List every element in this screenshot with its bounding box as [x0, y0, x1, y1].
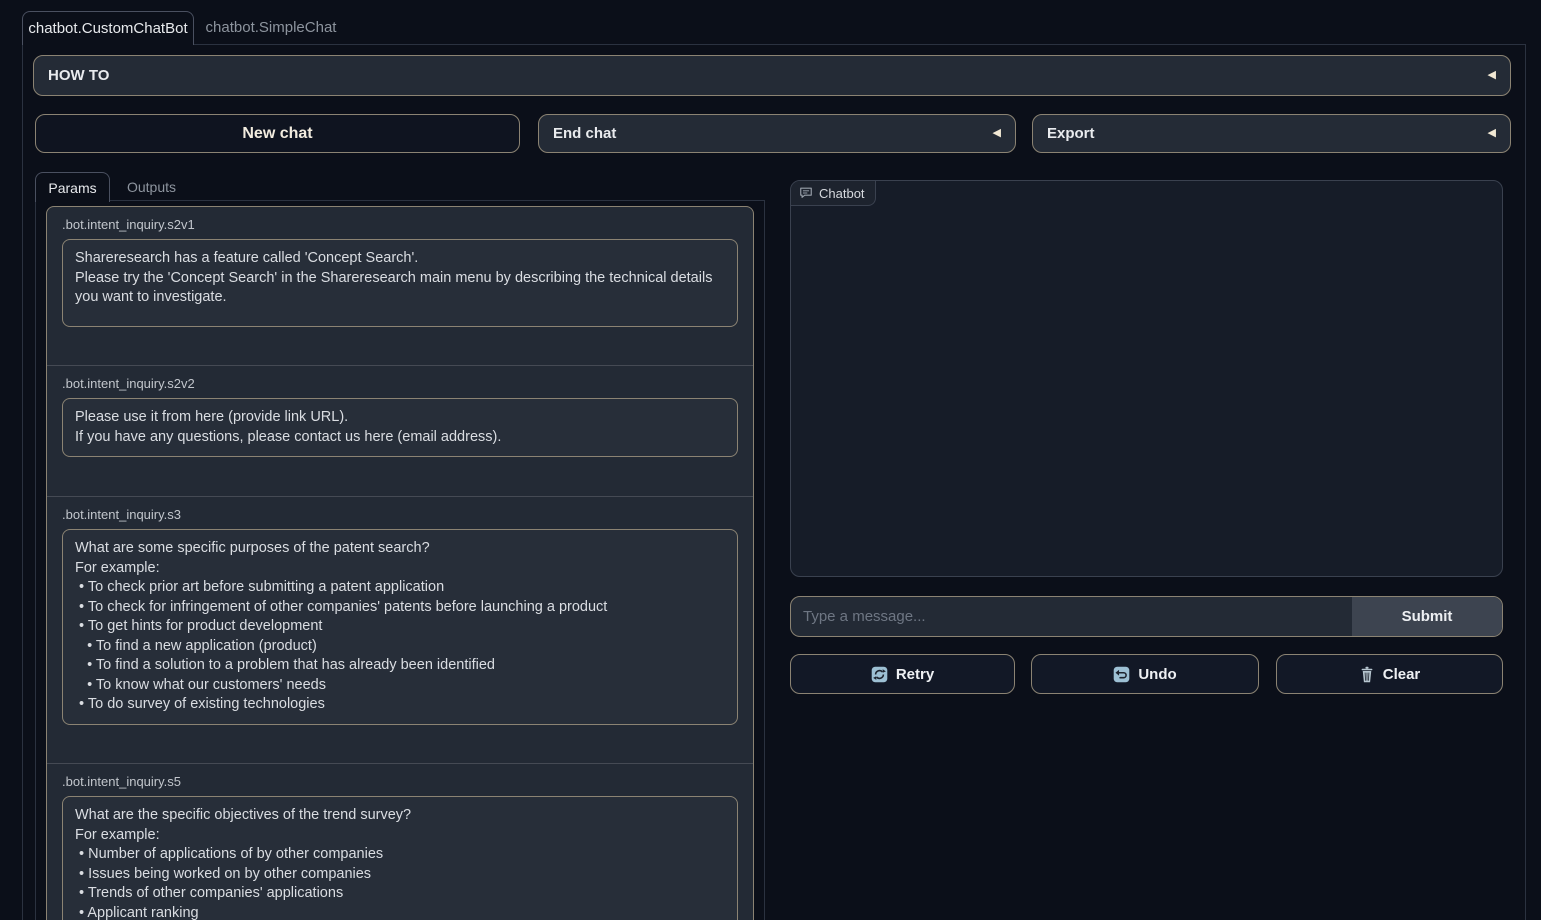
- how-to-label: HOW TO: [48, 67, 1488, 84]
- end-chat-accordion[interactable]: End chat ◀: [538, 114, 1016, 153]
- retry-icon: [871, 666, 888, 683]
- field-label: .bot.intent_inquiry.s2v2: [62, 376, 738, 391]
- clear-icon: [1359, 666, 1375, 683]
- field-group: .bot.intent_inquiry.s5 What are the spec…: [47, 763, 753, 920]
- chatbot-header: Chatbot: [791, 181, 876, 206]
- tab-custom-chatbot[interactable]: chatbot.CustomChatBot: [22, 11, 194, 45]
- field-textbox[interactable]: What are some specific purposes of the p…: [62, 529, 738, 725]
- message-input-row: Submit: [790, 596, 1503, 637]
- new-chat-button[interactable]: New chat: [35, 114, 520, 153]
- clear-button[interactable]: Clear: [1276, 654, 1503, 694]
- chatbot-label: Chatbot: [819, 186, 865, 201]
- chevron-left-icon: ◀: [1488, 128, 1496, 139]
- field-group: .bot.intent_inquiry.s3 What are some spe…: [47, 496, 753, 763]
- export-accordion[interactable]: Export ◀: [1032, 114, 1511, 153]
- field-label: .bot.intent_inquiry.s2v1: [62, 217, 738, 232]
- submit-label: Submit: [1402, 608, 1453, 625]
- undo-button[interactable]: Undo: [1031, 654, 1259, 694]
- tab-params-label: Params: [48, 180, 96, 196]
- tab-outputs-label: Outputs: [127, 179, 176, 195]
- tab-nav-divider: [193, 44, 1526, 45]
- retry-button[interactable]: Retry: [790, 654, 1015, 694]
- export-label: Export: [1047, 125, 1488, 142]
- chevron-left-icon: ◀: [993, 128, 1001, 139]
- tab-simple-chat-label: chatbot.SimpleChat: [206, 19, 337, 36]
- field-group: .bot.intent_inquiry.s2v1 Shareresearch h…: [47, 207, 753, 365]
- how-to-accordion[interactable]: HOW TO ◀: [33, 55, 1511, 96]
- field-group: .bot.intent_inquiry.s2v2 Please use it f…: [47, 365, 753, 496]
- clear-label: Clear: [1383, 666, 1421, 683]
- field-textbox[interactable]: Shareresearch has a feature called 'Conc…: [62, 239, 738, 327]
- new-chat-label: New chat: [242, 125, 312, 143]
- chat-bubble-icon: [799, 186, 813, 200]
- app-window: chatbot.CustomChatBot chatbot.SimpleChat…: [0, 0, 1541, 920]
- field-label: .bot.intent_inquiry.s3: [62, 507, 738, 522]
- chatbot-panel: Chatbot: [790, 180, 1503, 577]
- undo-label: Undo: [1138, 666, 1176, 683]
- tab-simple-chat[interactable]: chatbot.SimpleChat: [196, 11, 346, 44]
- field-textbox[interactable]: What are the specific objectives of the …: [62, 796, 738, 920]
- tab-outputs[interactable]: Outputs: [110, 172, 193, 201]
- submit-button[interactable]: Submit: [1352, 597, 1502, 636]
- message-input[interactable]: [791, 597, 1352, 636]
- params-tab-divider: [109, 200, 765, 201]
- chevron-left-icon: ◀: [1488, 70, 1496, 81]
- params-form: .bot.intent_inquiry.s2v1 Shareresearch h…: [46, 206, 754, 920]
- tab-custom-chatbot-label: chatbot.CustomChatBot: [28, 20, 187, 37]
- retry-label: Retry: [896, 666, 934, 683]
- end-chat-label: End chat: [553, 125, 993, 142]
- tab-params[interactable]: Params: [35, 172, 110, 202]
- undo-icon: [1113, 666, 1130, 683]
- field-label: .bot.intent_inquiry.s5: [62, 774, 738, 789]
- field-textbox[interactable]: Please use it from here (provide link UR…: [62, 398, 738, 457]
